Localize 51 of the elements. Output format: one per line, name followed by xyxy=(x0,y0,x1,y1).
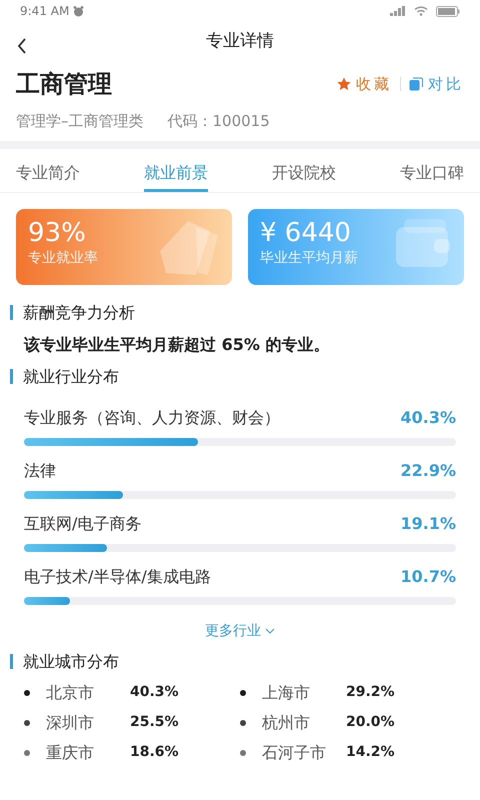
industry-name: 电子技术/半导体/集成电路 xyxy=(24,566,211,588)
city-percent: 25.5% xyxy=(130,713,179,732)
signal-icon xyxy=(390,6,406,16)
city-percent: 14.2% xyxy=(346,743,395,762)
city-name: 上海市 xyxy=(262,682,311,704)
battery-icon xyxy=(436,6,460,16)
industry-name: 专业服务（咨询、人力资源、财会） xyxy=(24,406,280,428)
industry-percent: 40.3% xyxy=(400,406,456,428)
industry-percent: 19.1% xyxy=(400,512,456,534)
major-name: 工商管理 xyxy=(16,69,112,100)
city-name: 石河子市 xyxy=(262,742,327,764)
compare-icon xyxy=(409,77,423,91)
city-percent: 20.0% xyxy=(346,713,395,732)
industry-percent: 22.9% xyxy=(400,460,456,482)
heading-marker xyxy=(10,305,13,320)
status-time: 9:41 AM xyxy=(20,3,70,20)
chevron-down-icon xyxy=(265,628,275,634)
industry-percent: 10.7% xyxy=(400,566,456,588)
major-category: 管理学–工商管理类 xyxy=(16,111,144,132)
tab[interactable]: 开设院校 xyxy=(272,156,336,192)
star-icon xyxy=(337,77,351,91)
city-percent: 18.6% xyxy=(130,743,179,762)
industry-name: 法律 xyxy=(24,460,56,482)
section-heading: 薪酬竞争力分析 xyxy=(23,302,135,324)
heading-marker xyxy=(10,369,13,384)
section-heading: 就业城市分布 xyxy=(23,650,119,672)
tab[interactable]: 就业前景 xyxy=(144,156,208,192)
section-heading: 就业行业分布 xyxy=(23,366,119,388)
compare-button[interactable]: 对比 xyxy=(409,72,464,96)
city-name: 杭州市 xyxy=(262,712,311,734)
favorite-button[interactable]: 收藏 xyxy=(337,72,392,96)
city-percent: 40.3% xyxy=(130,683,179,702)
wifi-icon xyxy=(414,6,428,16)
tab[interactable]: 专业口碑 xyxy=(400,156,464,192)
alarm-icon xyxy=(73,6,84,16)
stat-value: ¥ 6440 xyxy=(260,218,351,248)
city-percent: 29.2% xyxy=(346,683,395,702)
more-industries-button[interactable]: 更多行业 xyxy=(205,620,275,642)
stat-label: 专业就业率 xyxy=(28,249,99,268)
salary-sentence: 该专业毕业生平均月薪超过 65% 的专业。 xyxy=(22,334,330,356)
tab[interactable]: 专业简介 xyxy=(16,156,80,192)
heading-marker xyxy=(10,654,13,669)
page-title: 专业详情 xyxy=(206,30,274,54)
major-code: 代码：100015 xyxy=(168,111,270,132)
stat-value: 93% xyxy=(28,218,86,248)
city-name: 重庆市 xyxy=(46,742,95,764)
industry-name: 互联网/电子商务 xyxy=(24,512,142,534)
city-name: 北京市 xyxy=(46,682,95,704)
stat-label: 毕业生平均月薪 xyxy=(260,249,359,268)
back-icon xyxy=(16,36,28,55)
city-name: 深圳市 xyxy=(46,712,95,734)
